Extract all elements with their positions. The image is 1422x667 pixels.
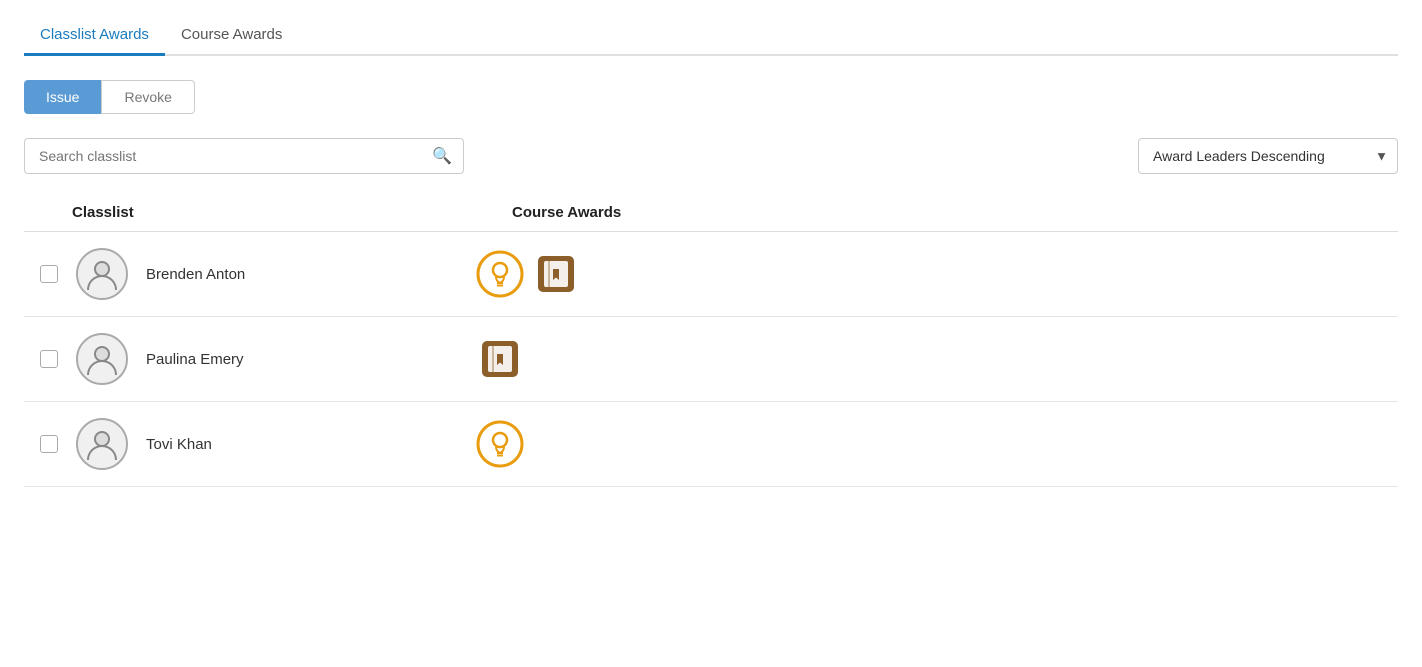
table-row: Brenden Anton	[24, 232, 1398, 317]
row-checkbox-paulina[interactable]	[40, 350, 58, 368]
avatar-tovi	[76, 418, 128, 470]
table-row: Paulina Emery	[24, 317, 1398, 402]
controls-row: 🔍 Award Leaders Descending Award Leaders…	[24, 138, 1398, 174]
sort-wrapper: Award Leaders Descending Award Leaders A…	[1138, 138, 1398, 174]
column-classlist: Classlist	[72, 204, 512, 221]
avatar-brenden	[76, 248, 128, 300]
avatar-paulina	[76, 333, 128, 385]
awards-cell-brenden	[476, 250, 580, 298]
award-book-icon[interactable]	[476, 335, 524, 383]
column-course-awards: Course Awards	[512, 204, 621, 221]
page-container: Classlist Awards Course Awards Issue Rev…	[0, 0, 1422, 667]
award-bulb-icon[interactable]	[476, 250, 524, 298]
issue-button[interactable]: Issue	[24, 80, 101, 114]
student-name-brenden: Brenden Anton	[146, 266, 476, 283]
search-wrapper: 🔍	[24, 138, 464, 174]
row-checkbox-tovi[interactable]	[40, 435, 58, 453]
awards-cell-tovi	[476, 420, 524, 468]
tab-course-awards[interactable]: Course Awards	[165, 16, 298, 56]
tab-classlist-awards[interactable]: Classlist Awards	[24, 16, 165, 56]
tabs-bar: Classlist Awards Course Awards	[24, 16, 1398, 56]
student-name-paulina: Paulina Emery	[146, 351, 476, 368]
table-row: Tovi Khan	[24, 402, 1398, 487]
student-name-tovi: Tovi Khan	[146, 436, 476, 453]
search-input[interactable]	[24, 138, 464, 174]
action-buttons: Issue Revoke	[24, 80, 1398, 114]
row-checkbox-brenden[interactable]	[40, 265, 58, 283]
awards-cell-paulina	[476, 335, 524, 383]
revoke-button[interactable]: Revoke	[101, 80, 194, 114]
award-book-icon[interactable]	[532, 250, 580, 298]
award-bulb-icon[interactable]	[476, 420, 524, 468]
search-icon: 🔍	[432, 146, 452, 166]
table-headers: Classlist Course Awards	[24, 194, 1398, 232]
sort-select[interactable]: Award Leaders Descending Award Leaders A…	[1138, 138, 1398, 174]
student-list: Brenden Anton	[24, 232, 1398, 487]
